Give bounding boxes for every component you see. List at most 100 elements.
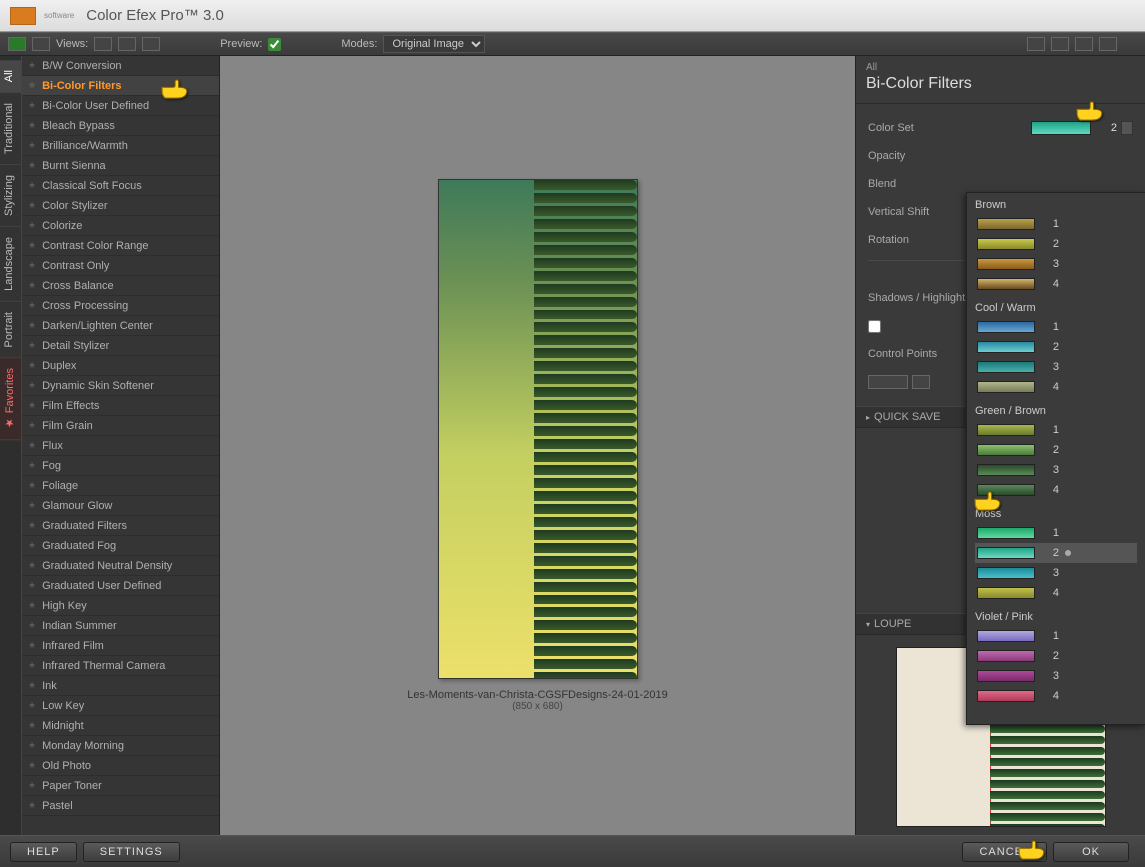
color-option[interactable]: 3 [975, 460, 1137, 480]
filter-item[interactable]: ★Fog [22, 456, 219, 476]
color-option[interactable]: 4 [975, 480, 1137, 500]
color-option[interactable]: 2 [975, 646, 1137, 666]
filter-item[interactable]: ★Bi-Color User Defined [22, 96, 219, 116]
category-tab-favorites[interactable]: ★ Favorites [0, 358, 21, 440]
color-option[interactable]: 3 [975, 357, 1137, 377]
color-swatch [977, 341, 1035, 353]
color-option[interactable]: 2 [975, 543, 1137, 563]
color-option[interactable]: 2 [975, 440, 1137, 460]
star-icon: ★ [28, 680, 36, 691]
help-button[interactable]: HELP [10, 842, 77, 862]
color-option[interactable]: 1 [975, 317, 1137, 337]
colorset-swatch [1031, 121, 1091, 135]
color-index: 4 [1045, 484, 1059, 496]
star-icon: ★ [28, 780, 36, 791]
view-thumbnail-icon[interactable] [8, 37, 26, 51]
filter-item[interactable]: ★Pastel [22, 796, 219, 816]
filter-item[interactable]: ★Brilliance/Warmth [22, 136, 219, 156]
filter-item[interactable]: ★B/W Conversion [22, 56, 219, 76]
filter-item[interactable]: ★Classical Soft Focus [22, 176, 219, 196]
color-option[interactable]: 1 [975, 523, 1137, 543]
filter-item[interactable]: ★Duplex [22, 356, 219, 376]
category-tab-stylizing[interactable]: Stylizing [0, 165, 21, 227]
star-icon: ★ [28, 220, 36, 231]
filter-item[interactable]: ★Paper Toner [22, 776, 219, 796]
filter-item[interactable]: ★Bi-Color Filters [22, 76, 219, 96]
shadows-checkbox[interactable] [868, 320, 881, 333]
add-controlpoint-button[interactable] [868, 375, 908, 389]
arrow-tool-icon[interactable] [1027, 37, 1045, 51]
filter-item[interactable]: ★Graduated Neutral Density [22, 556, 219, 576]
layout-split-icon[interactable] [118, 37, 136, 51]
filter-item[interactable]: ★Color Stylizer [22, 196, 219, 216]
hand-tool-icon[interactable] [1075, 37, 1093, 51]
filter-label: Fog [42, 460, 61, 472]
filter-item[interactable]: ★Ink [22, 676, 219, 696]
color-option[interactable]: 3 [975, 254, 1137, 274]
filter-item[interactable]: ★Burnt Sienna [22, 156, 219, 176]
color-option[interactable]: 2 [975, 337, 1137, 357]
zoom-tool-icon[interactable] [1051, 37, 1069, 51]
color-option[interactable]: 1 [975, 214, 1137, 234]
color-index: 3 [1045, 464, 1059, 476]
filter-item[interactable]: ★Infrared Film [22, 636, 219, 656]
layout-single-icon[interactable] [94, 37, 112, 51]
color-option[interactable]: 4 [975, 583, 1137, 603]
filter-item[interactable]: ★Graduated User Defined [22, 576, 219, 596]
category-tab-portrait[interactable]: Portrait [0, 302, 21, 358]
filter-item[interactable]: ★Film Effects [22, 396, 219, 416]
color-swatch [977, 278, 1035, 290]
filter-list[interactable]: ★B/W Conversion★Bi-Color Filters★Bi-Colo… [22, 56, 220, 835]
color-option[interactable]: 3 [975, 563, 1137, 583]
color-option[interactable]: 1 [975, 420, 1137, 440]
filter-item[interactable]: ★Detail Stylizer [22, 336, 219, 356]
color-swatch [977, 630, 1035, 642]
color-option[interactable]: 4 [975, 686, 1137, 706]
light-tool-icon[interactable] [1099, 37, 1117, 51]
colorset-dropdown-button[interactable] [1121, 121, 1133, 135]
filter-item[interactable]: ★High Key [22, 596, 219, 616]
filter-item[interactable]: ★Film Grain [22, 416, 219, 436]
filter-label: Graduated Neutral Density [42, 560, 172, 572]
color-option[interactable]: 4 [975, 274, 1137, 294]
filter-item[interactable]: ★Graduated Fog [22, 536, 219, 556]
filter-item[interactable]: ★Contrast Only [22, 256, 219, 276]
filter-item[interactable]: ★Dynamic Skin Softener [22, 376, 219, 396]
color-option[interactable]: 1 [975, 626, 1137, 646]
cancel-button[interactable]: CANCEL [962, 842, 1047, 862]
category-tab-all[interactable]: All [0, 60, 21, 93]
color-swatch [977, 444, 1035, 456]
color-option[interactable]: 3 [975, 666, 1137, 686]
filter-item[interactable]: ★Colorize [22, 216, 219, 236]
star-icon: ★ [28, 320, 36, 331]
color-option[interactable]: 2 [975, 234, 1137, 254]
filter-item[interactable]: ★Glamour Glow [22, 496, 219, 516]
settings-button[interactable]: SETTINGS [83, 842, 180, 862]
category-tab-traditional[interactable]: Traditional [0, 93, 21, 165]
layout-side-icon[interactable] [142, 37, 160, 51]
filter-item[interactable]: ★Graduated Filters [22, 516, 219, 536]
filter-item[interactable]: ★Monday Morning [22, 736, 219, 756]
filter-item[interactable]: ★Midnight [22, 716, 219, 736]
filter-item[interactable]: ★Infrared Thermal Camera [22, 656, 219, 676]
view-list-icon[interactable] [32, 37, 50, 51]
remove-controlpoint-button[interactable] [912, 375, 930, 389]
color-swatch [977, 587, 1035, 599]
filter-item[interactable]: ★Darken/Lighten Center [22, 316, 219, 336]
filter-item[interactable]: ★Contrast Color Range [22, 236, 219, 256]
filter-item[interactable]: ★Foliage [22, 476, 219, 496]
star-icon: ★ [28, 240, 36, 251]
filter-item[interactable]: ★Old Photo [22, 756, 219, 776]
filter-item[interactable]: ★Cross Balance [22, 276, 219, 296]
color-option[interactable]: 4 [975, 377, 1137, 397]
filter-label: Low Key [42, 700, 84, 712]
ok-button[interactable]: OK [1053, 842, 1129, 862]
filter-item[interactable]: ★Indian Summer [22, 616, 219, 636]
category-tab-landscape[interactable]: Landscape [0, 227, 21, 302]
preview-checkbox[interactable] [268, 38, 281, 51]
filter-item[interactable]: ★Low Key [22, 696, 219, 716]
filter-item[interactable]: ★Flux [22, 436, 219, 456]
filter-item[interactable]: ★Cross Processing [22, 296, 219, 316]
modes-select[interactable]: Original Image [383, 35, 485, 53]
filter-item[interactable]: ★Bleach Bypass [22, 116, 219, 136]
